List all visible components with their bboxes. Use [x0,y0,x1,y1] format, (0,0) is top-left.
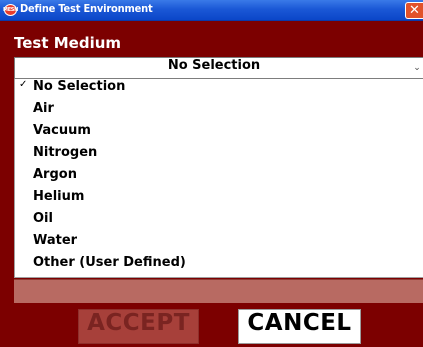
option-helium[interactable]: Helium [15,189,423,211]
option-label: Other (User Defined) [33,255,186,270]
accept-button[interactable]: ACCEPT [78,309,199,344]
option-nitrogen[interactable]: Nitrogen [15,145,423,167]
test-medium-select[interactable]: No Selection ⌄ [14,57,423,79]
option-label: No Selection [33,79,126,94]
option-no-selection[interactable]: ✓ No Selection [15,79,423,101]
select-current-value: No Selection [167,58,261,73]
option-label: Air [33,101,54,116]
info-band [14,279,423,303]
chevron-down-icon[interactable]: ⌄ [410,58,423,78]
close-icon: ✕ [409,3,420,18]
define-test-environment-dialog: MESH Define Test Environment ✕ Test Medi… [0,0,423,347]
option-label: Oil [33,211,53,226]
option-argon[interactable]: Argon [15,167,423,189]
title-bar[interactable]: MESH Define Test Environment ✕ [0,0,423,21]
option-air[interactable]: Air [15,101,423,123]
window-title: Define Test Environment [20,2,153,15]
option-label: Vacuum [33,123,91,138]
option-label: Water [33,233,78,248]
close-button[interactable]: ✕ [405,2,423,19]
option-label: Nitrogen [33,145,98,160]
option-label: Argon [33,167,77,182]
option-vacuum[interactable]: Vacuum [15,123,423,145]
option-oil[interactable]: Oil [15,211,423,233]
test-medium-heading: Test Medium [14,34,122,52]
option-other-user-defined[interactable]: Other (User Defined) [15,255,423,277]
checkmark-icon: ✓ [19,79,28,90]
app-logo-icon: MESH [3,4,18,16]
test-medium-options-list: ✓ No Selection Air Vacuum Nitrogen Argon… [14,79,423,278]
option-water[interactable]: Water [15,233,423,255]
option-label: Helium [33,189,85,204]
cancel-button[interactable]: CANCEL [238,309,361,344]
